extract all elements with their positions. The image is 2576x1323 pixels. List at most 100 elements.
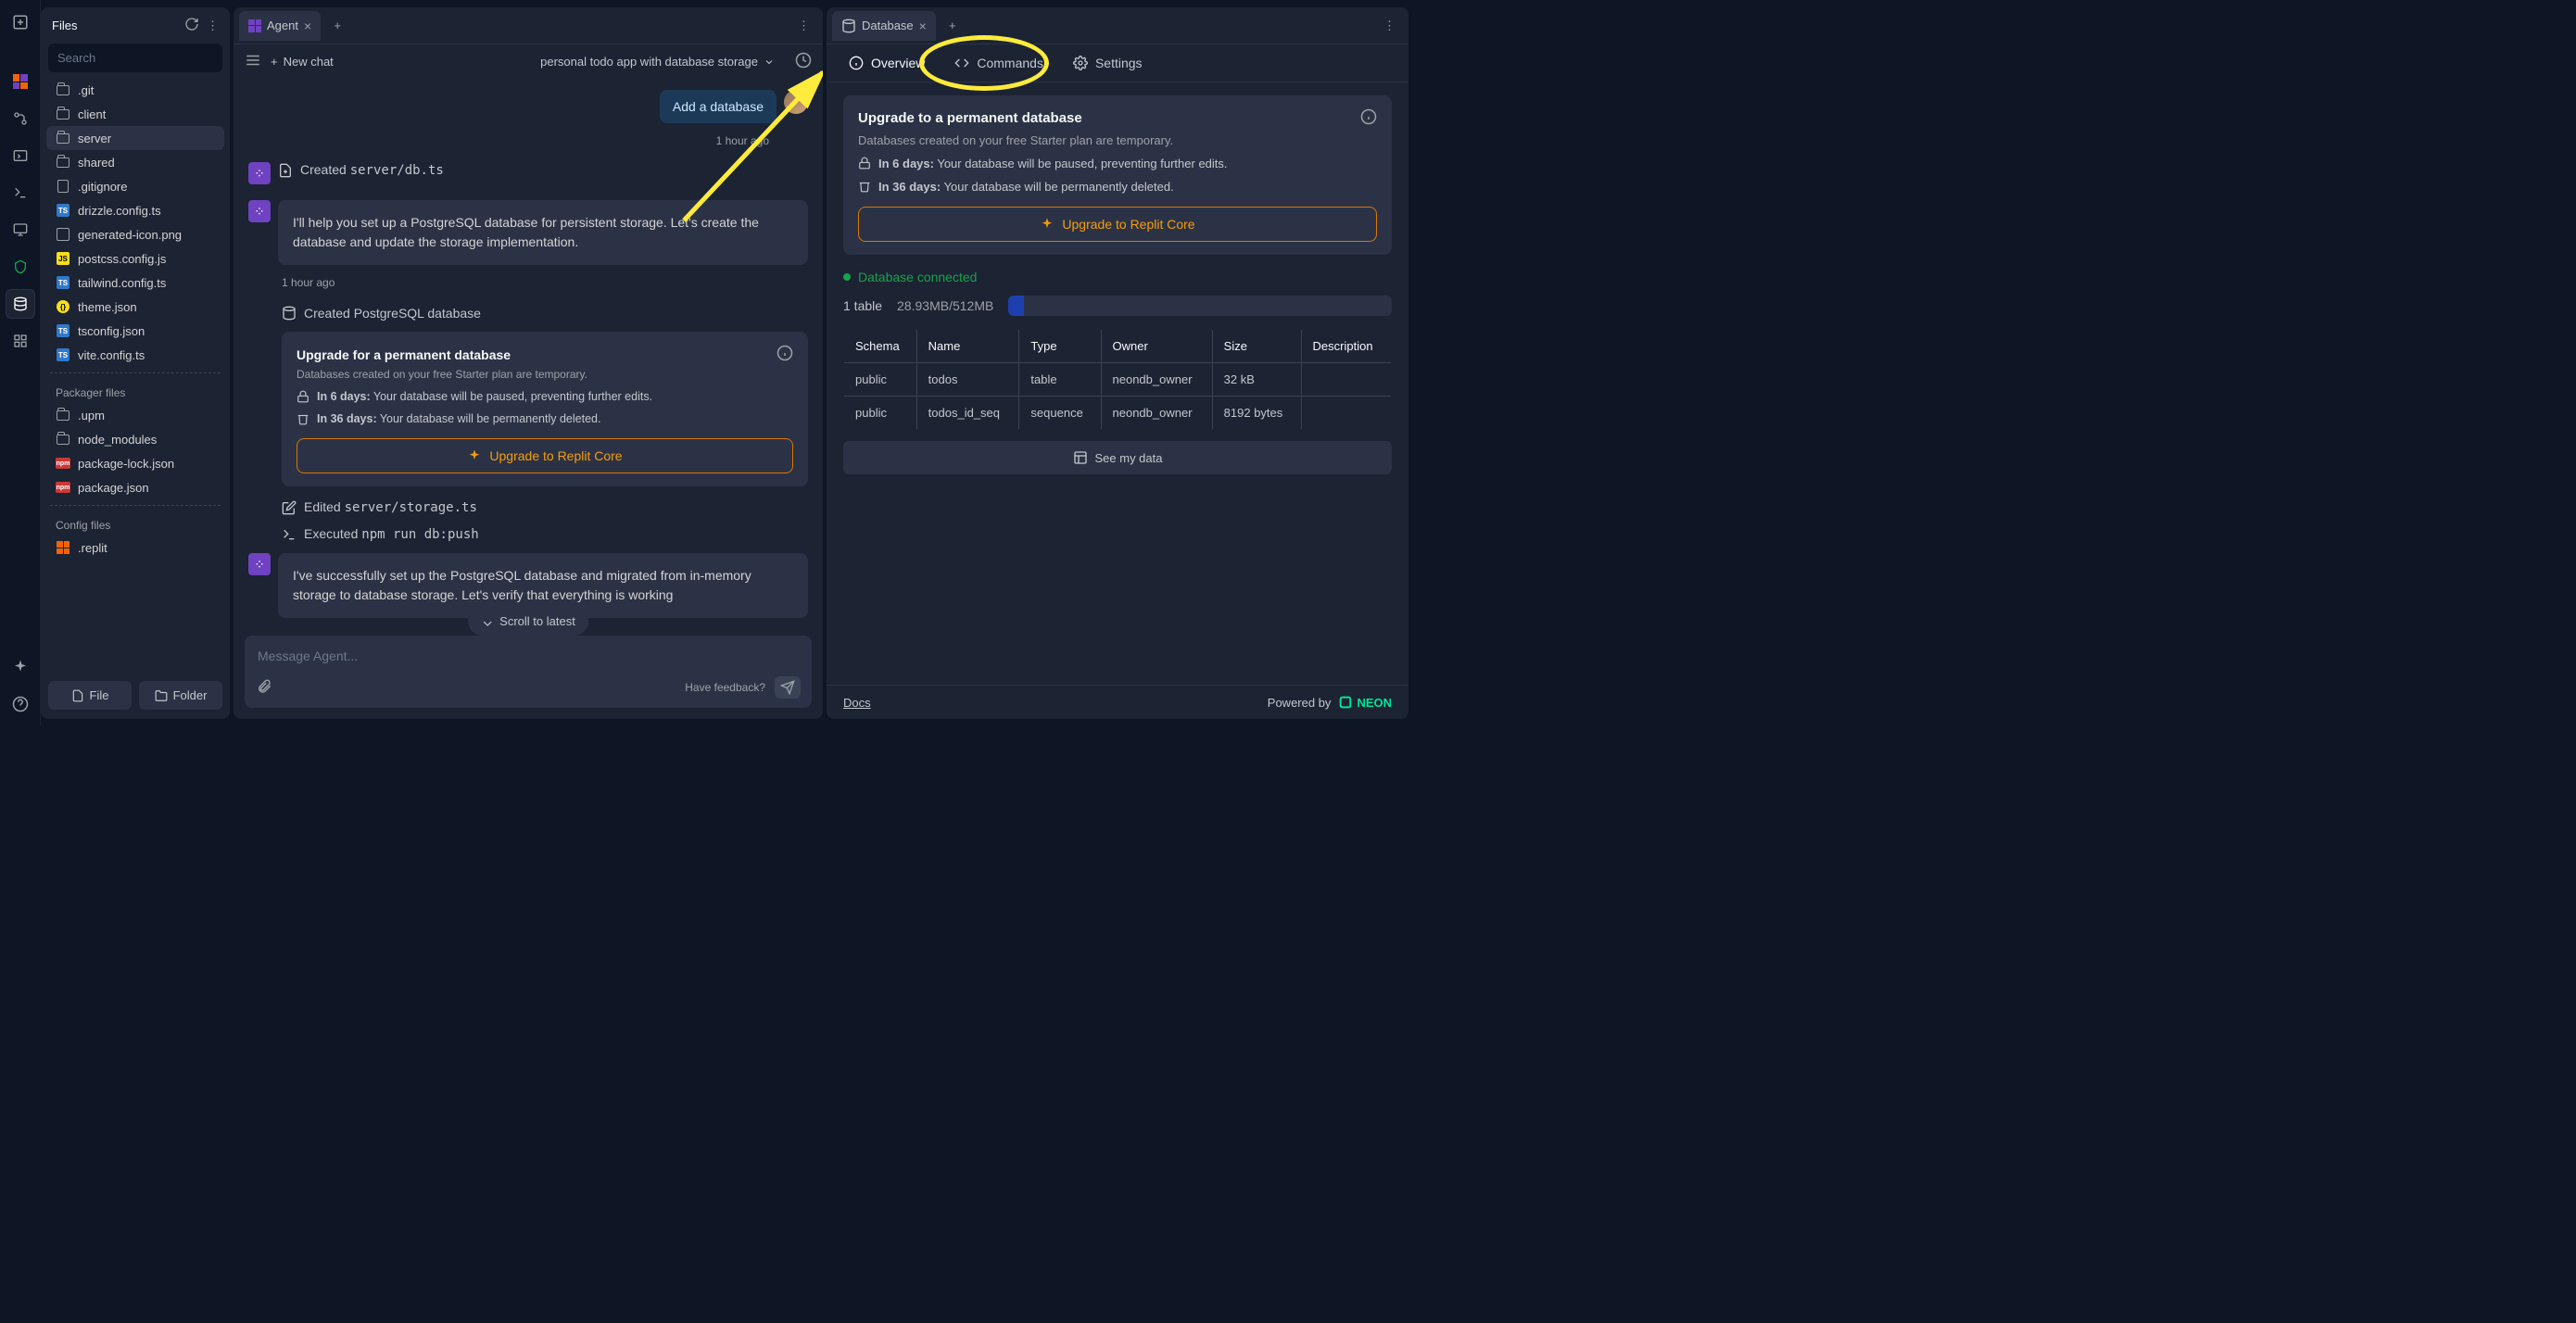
db-tab-commands[interactable]: Commands xyxy=(949,52,1049,74)
close-icon[interactable]: × xyxy=(919,19,927,33)
file-item[interactable]: JSpostcss.config.js xyxy=(46,246,224,271)
files-more-icon[interactable]: ⋮ xyxy=(207,19,219,33)
new-file-button[interactable]: File xyxy=(48,681,132,710)
storage-progress xyxy=(1008,296,1392,316)
files-sync-icon[interactable] xyxy=(184,17,199,34)
add-tab-icon[interactable]: + xyxy=(940,13,966,39)
db-tab-overview[interactable]: Overview xyxy=(843,52,930,74)
message-composer[interactable]: Message Agent... Have feedback? xyxy=(245,636,812,708)
file-item[interactable]: client xyxy=(46,102,224,126)
project-selector[interactable]: personal todo app with database storage xyxy=(540,55,775,69)
file-item[interactable]: npmpackage.json xyxy=(46,475,224,499)
agent-avatar-icon: ⁘ xyxy=(248,162,271,184)
activity-created-file: Created server/db.ts xyxy=(278,162,808,178)
tab-more-icon[interactable]: ⋮ xyxy=(1376,15,1403,37)
chat-list-icon[interactable] xyxy=(245,52,261,71)
search-input[interactable]: Search xyxy=(48,44,222,72)
file-item[interactable]: .upm xyxy=(46,403,224,427)
shell-icon[interactable] xyxy=(6,178,35,208)
upgrade-title: Upgrade to a permanent database xyxy=(858,110,1082,126)
files-title: Files xyxy=(52,19,177,32)
user-message: Add a database xyxy=(660,90,777,123)
new-tab-icon[interactable] xyxy=(6,7,35,37)
close-icon[interactable]: × xyxy=(304,19,311,33)
table-row[interactable]: publictodostableneondb_owner32 kB xyxy=(844,363,1392,397)
agent-avatar-icon: ⁘ xyxy=(248,553,271,575)
composer-placeholder: Message Agent... xyxy=(256,645,801,667)
file-item[interactable]: generated-icon.png xyxy=(46,222,224,246)
add-tab-icon[interactable]: + xyxy=(324,13,350,39)
upgrade-card: Upgrade for a permanent database Databas… xyxy=(282,332,808,486)
database-icon[interactable] xyxy=(6,289,35,319)
agent-avatar-icon: ⁘ xyxy=(248,200,271,222)
user-avatar xyxy=(784,90,808,114)
apps-icon[interactable] xyxy=(6,326,35,356)
file-item[interactable]: node_modules xyxy=(46,427,224,451)
attach-icon[interactable] xyxy=(256,678,272,698)
section-packager: Packager files xyxy=(46,379,224,403)
scroll-to-latest-button[interactable]: Scroll to latest xyxy=(468,607,588,636)
new-folder-button[interactable]: Folder xyxy=(139,681,222,710)
info-icon[interactable] xyxy=(1360,108,1377,128)
agent-message: I'll help you set up a PostgreSQL databa… xyxy=(278,200,808,265)
docs-link[interactable]: Docs xyxy=(843,696,871,710)
secrets-icon[interactable] xyxy=(6,252,35,282)
tab-database[interactable]: Database × xyxy=(832,11,936,41)
file-item[interactable]: .gitignore xyxy=(46,174,224,198)
file-item[interactable]: TSvite.config.ts xyxy=(46,343,224,367)
send-button[interactable] xyxy=(775,676,801,699)
table-header: Name xyxy=(916,330,1019,363)
preview-icon[interactable] xyxy=(6,215,35,245)
timestamp: 1 hour ago xyxy=(282,276,808,289)
feedback-link[interactable]: Have feedback? xyxy=(685,681,765,694)
replit-icon[interactable] xyxy=(6,67,35,96)
table-header: Type xyxy=(1019,330,1101,363)
table-header: Size xyxy=(1212,330,1301,363)
timestamp: 1 hour ago xyxy=(248,134,808,147)
file-item[interactable]: TStsconfig.json xyxy=(46,319,224,343)
activity-bar xyxy=(0,0,41,726)
upgrade-title: Upgrade for a permanent database xyxy=(297,347,511,362)
tab-agent[interactable]: Agent × xyxy=(239,11,321,41)
activity-created-db: Created PostgreSQL database xyxy=(282,306,808,321)
ai-icon[interactable] xyxy=(6,652,35,682)
upgrade-button[interactable]: Upgrade to Replit Core xyxy=(297,438,793,473)
new-chat-button[interactable]: +New chat xyxy=(271,55,334,69)
database-panel: Database × + ⋮ Overview Commands Setting… xyxy=(827,7,1408,719)
table-count: 1 table xyxy=(843,298,882,313)
db-size: 28.93MB/512MB xyxy=(897,298,993,313)
file-item[interactable]: .git xyxy=(46,78,224,102)
file-item[interactable]: npmpackage-lock.json xyxy=(46,451,224,475)
table-header: Schema xyxy=(844,330,917,363)
workflow-icon[interactable] xyxy=(6,104,35,133)
help-icon[interactable] xyxy=(6,689,35,719)
see-data-button[interactable]: See my data xyxy=(843,441,1392,474)
console-icon[interactable] xyxy=(6,141,35,170)
file-item[interactable]: {}theme.json xyxy=(46,295,224,319)
table-header: Owner xyxy=(1101,330,1212,363)
file-explorer: Files ⋮ Search .gitclientservershared.gi… xyxy=(41,7,230,719)
table-header: Description xyxy=(1301,330,1391,363)
history-icon[interactable] xyxy=(795,52,812,71)
db-table: SchemaNameTypeOwnerSizeDescription publi… xyxy=(843,329,1392,430)
file-item[interactable]: server xyxy=(46,126,224,150)
tab-agent-label: Agent xyxy=(267,19,298,32)
info-icon[interactable] xyxy=(777,345,793,364)
upgrade-subtitle: Databases created on your free Starter p… xyxy=(858,133,1377,147)
agent-panel: Agent × + ⋮ +New chat personal todo app … xyxy=(234,7,823,719)
table-row[interactable]: publictodos_id_seqsequenceneondb_owner81… xyxy=(844,397,1392,430)
upgrade-button[interactable]: Upgrade to Replit Core xyxy=(858,207,1377,242)
db-upgrade-card: Upgrade to a permanent database Database… xyxy=(843,95,1392,255)
db-tab-settings[interactable]: Settings xyxy=(1067,52,1148,74)
section-config: Config files xyxy=(46,511,224,536)
db-status: Database connected xyxy=(843,270,1392,284)
file-item[interactable]: .replit xyxy=(46,536,224,560)
activity-executed: Executed npm run db:push xyxy=(282,526,808,542)
file-item[interactable]: TSdrizzle.config.ts xyxy=(46,198,224,222)
file-item[interactable]: TStailwind.config.ts xyxy=(46,271,224,295)
activity-edited-file: Edited server/storage.ts xyxy=(282,499,808,515)
tab-more-icon[interactable]: ⋮ xyxy=(790,15,817,37)
tab-database-label: Database xyxy=(862,19,914,32)
upgrade-subtitle: Databases created on your free Starter p… xyxy=(297,368,793,381)
file-item[interactable]: shared xyxy=(46,150,224,174)
